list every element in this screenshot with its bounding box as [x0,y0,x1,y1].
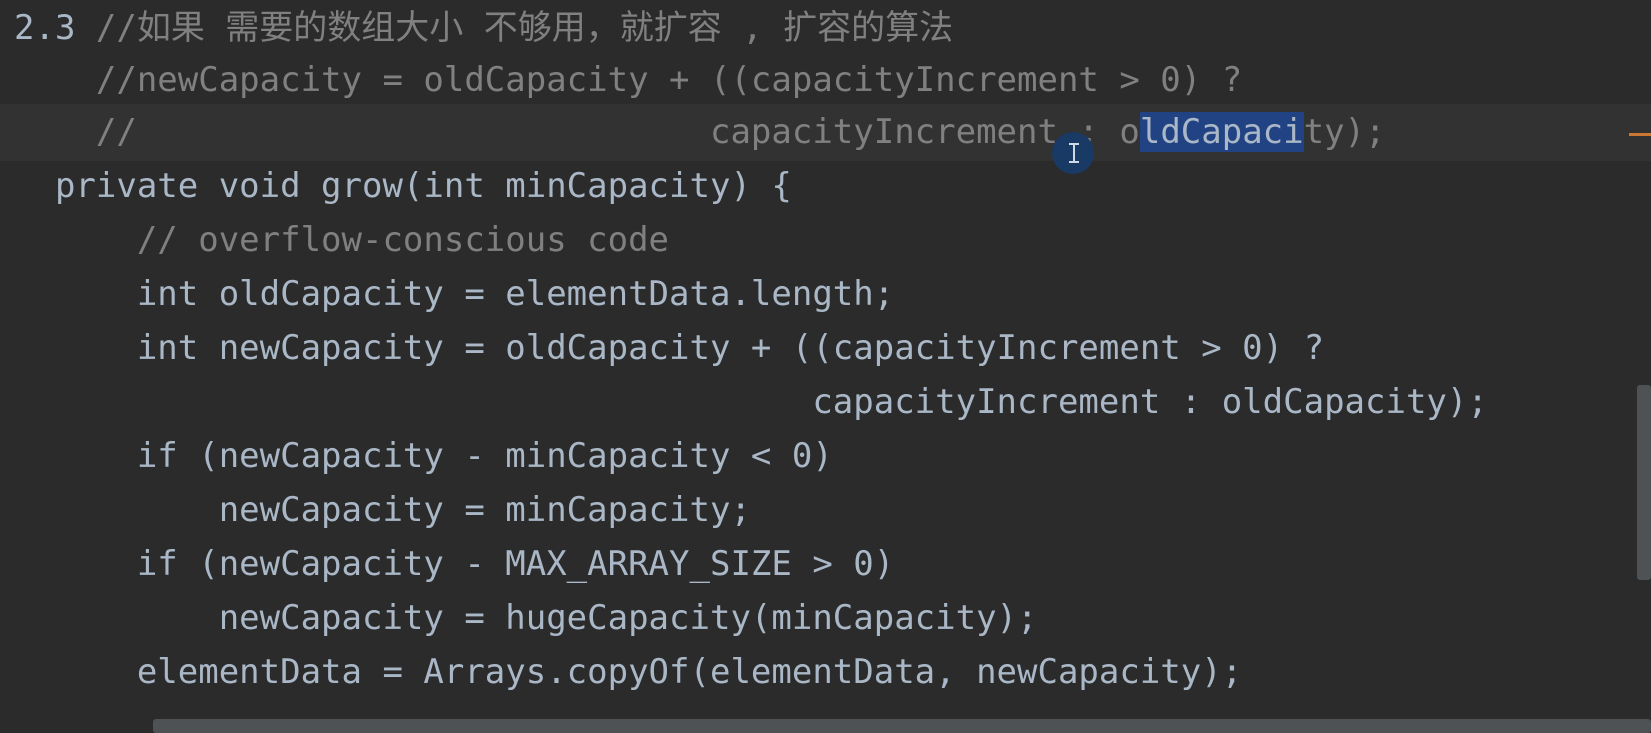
code-line-new-capacity[interactable]: int newCapacity = oldCapacity + ((capaci… [14,320,1651,377]
text-cursor-icon [1069,143,1079,163]
code-line-assign-huge[interactable]: newCapacity = hugeCapacity(minCapacity); [14,590,1651,647]
horizontal-scrollbar[interactable] [153,719,1651,733]
code-line-if-min[interactable]: if (newCapacity - minCapacity < 0) [14,428,1651,485]
code-line-new-capacity-cont[interactable]: capacityIncrement : oldCapacity); [14,374,1651,431]
vertical-scrollbar[interactable] [1637,385,1651,580]
code-text-before-selection: // capacityIncrement : o [14,112,1140,152]
code-line-copyof[interactable]: elementData = Arrays.copyOf(elementData,… [14,644,1651,701]
code-text-after-selection: ty); [1303,112,1386,152]
code-line-comment-header[interactable]: 2.3 //如果 需要的数组大小 不够用，就扩容 , 扩容的算法 [14,0,1651,57]
text-selection[interactable]: ldCapaci [1139,112,1304,152]
code-line-assign-min[interactable]: newCapacity = minCapacity; [14,482,1651,539]
code-line-if-max[interactable]: if (newCapacity - MAX_ARRAY_SIZE > 0) [14,536,1651,593]
code-editor[interactable]: 2.3 //如果 需要的数组大小 不够用，就扩容 , 扩容的算法 //newCa… [0,0,1651,733]
code-text: //如果 需要的数组大小 不够用，就扩容 , 扩容的算法 [95,8,954,48]
code-line-method-signature[interactable]: private void grow(int minCapacity) { [14,158,1651,215]
section-number: 2.3 [14,8,96,48]
code-line-comment-overflow[interactable]: // overflow-conscious code [14,212,1651,269]
code-line-current[interactable]: // capacityIncrement : oldCapacity); [0,104,1651,161]
error-stripe-marker[interactable] [1629,133,1651,136]
code-line-old-capacity[interactable]: int oldCapacity = elementData.length; [14,266,1651,323]
code-line-comment[interactable]: //newCapacity = oldCapacity + ((capacity… [14,52,1651,109]
